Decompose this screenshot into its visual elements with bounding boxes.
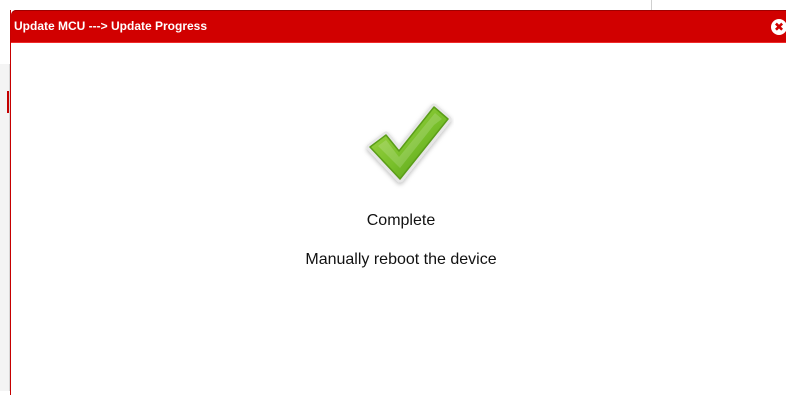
status-title: Complete <box>366 212 436 229</box>
close-button[interactable]: ✖ <box>771 19 786 35</box>
close-icon: ✖ <box>773 20 785 34</box>
update-progress-dialog: Update MCU ---> Update Progress ✖ Comple… <box>10 10 786 395</box>
dialog-titlebar: Update MCU ---> Update Progress ✖ <box>11 10 786 43</box>
background-left-edge <box>0 64 10 391</box>
status-message: Manually reboot the device <box>305 251 497 268</box>
background-top-strip <box>0 0 786 10</box>
background-accent-mark <box>7 91 9 113</box>
checkmark-icon <box>366 103 452 183</box>
background-divider <box>651 0 652 10</box>
dialog-content: Complete Manually reboot the device <box>11 43 786 395</box>
dialog-title: Update MCU ---> Update Progress <box>14 19 208 33</box>
